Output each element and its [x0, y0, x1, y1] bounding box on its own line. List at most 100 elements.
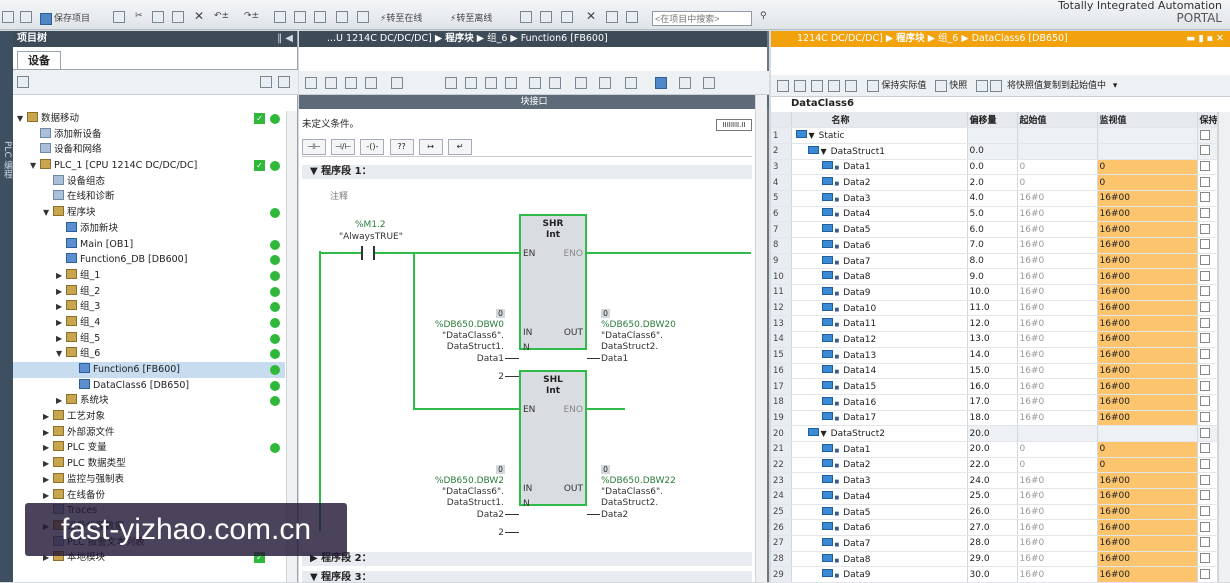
- keep-actual-button[interactable]: 保持实际值: [881, 81, 926, 91]
- redo-button[interactable]: ↷±: [244, 11, 259, 25]
- tree-item[interactable]: Function6 [FB600]: [13, 362, 285, 378]
- retain-checkbox[interactable]: [1199, 223, 1210, 234]
- collapse-panel-button[interactable]: ‖ ◀: [277, 31, 293, 47]
- row-start-value[interactable]: [1017, 127, 1098, 144]
- row-retain[interactable]: [1197, 284, 1218, 301]
- retain-checkbox[interactable]: [1199, 207, 1210, 218]
- insert-row-icon[interactable]: [777, 79, 789, 92]
- sync-icon[interactable]: [278, 76, 290, 88]
- network-2-header[interactable]: ▶ 程序段 2：: [302, 552, 752, 566]
- expand-arrow-icon[interactable]: ▼: [821, 429, 827, 438]
- col-retain[interactable]: 保持: [1197, 112, 1218, 129]
- db-window-controls[interactable]: ▬ ▮ ▪ ✕: [1186, 31, 1224, 47]
- upload-button[interactable]: [314, 11, 328, 25]
- table-row[interactable]: 12 ■ Data10 11.0 16#0 16#00: [771, 300, 1218, 317]
- more-icon[interactable]: ▾: [1113, 81, 1118, 91]
- row-retain[interactable]: [1197, 551, 1218, 568]
- copy-snapshot-button[interactable]: 将快照值复制到起始值中: [1007, 81, 1106, 91]
- row-start-value[interactable]: 16#0: [1017, 410, 1098, 427]
- row-start-value[interactable]: 16#0: [1017, 284, 1098, 301]
- table-row[interactable]: 23 ■ Data3 24.0 16#0 16#00: [771, 472, 1218, 489]
- row-name-cell[interactable]: ■ Data8: [791, 551, 968, 568]
- comment-icon[interactable]: [529, 77, 541, 89]
- retain-checkbox[interactable]: [1199, 427, 1210, 438]
- retain-checkbox[interactable]: [1199, 302, 1210, 313]
- absolute-address-icon[interactable]: [505, 77, 517, 89]
- expand-arrow-icon[interactable]: ▶: [43, 472, 53, 488]
- row-retain[interactable]: [1197, 174, 1218, 191]
- col-monitor-value[interactable]: 监视值: [1097, 112, 1198, 129]
- table-row[interactable]: 1 ▼ Static: [771, 127, 1218, 144]
- row-name-cell[interactable]: ■ Data10: [791, 300, 968, 317]
- tree-item[interactable]: ▶ 组_5: [13, 331, 285, 347]
- table-row[interactable]: 26 ■ Data6 27.0 16#0 16#00: [771, 519, 1218, 537]
- table-row[interactable]: 3 ■ Data1 0.0 0 0: [771, 159, 1218, 176]
- show-favorites-icon[interactable]: [485, 77, 497, 89]
- breadcrumb-item[interactable]: DataClass6 [DB650]: [972, 33, 1068, 44]
- add-row-icon[interactable]: [793, 79, 806, 92]
- tree-item[interactable]: 设备和网络: [13, 142, 285, 158]
- tree-item[interactable]: ▶ 组_1: [13, 268, 285, 284]
- row-name-cell[interactable]: ■ Data15: [791, 378, 968, 395]
- tree-item[interactable]: 设备组态: [13, 174, 285, 190]
- row-retain[interactable]: [1197, 488, 1218, 505]
- retain-checkbox[interactable]: [1199, 396, 1210, 407]
- retain-checkbox[interactable]: [1199, 145, 1210, 156]
- expand-arrow-icon[interactable]: ▼: [43, 205, 53, 221]
- retain-checkbox[interactable]: [1199, 176, 1210, 187]
- tree-item[interactable]: 添加新设备: [13, 127, 285, 143]
- retain-checkbox[interactable]: [1199, 490, 1210, 501]
- tree-item[interactable]: ▶ PLC 数据类型: [13, 456, 285, 472]
- network-1-comment[interactable]: 注释: [330, 189, 348, 202]
- row-start-value[interactable]: 0: [1017, 441, 1098, 458]
- row-retain[interactable]: [1197, 363, 1218, 380]
- row-retain[interactable]: [1197, 190, 1218, 207]
- tree-item[interactable]: ▶ 外部源文件: [13, 425, 285, 441]
- expand-arrow-icon[interactable]: ▶: [56, 268, 66, 284]
- accessible-devices-button[interactable]: [520, 11, 534, 25]
- split-horizontal-button[interactable]: [606, 11, 620, 25]
- retain-checkbox[interactable]: [1199, 333, 1210, 344]
- table-row[interactable]: 6 ■ Data4 5.0 16#0 16#00: [771, 206, 1218, 223]
- breadcrumb-item[interactable]: Function6 [FB600]: [521, 33, 608, 44]
- empty-box-button[interactable]: ??: [389, 139, 414, 155]
- row-retain[interactable]: [1197, 394, 1218, 411]
- retain-checkbox[interactable]: [1199, 411, 1210, 422]
- retain-checkbox[interactable]: [1199, 239, 1210, 250]
- row-retain[interactable]: [1197, 315, 1218, 333]
- col-offset[interactable]: 偏移量: [967, 112, 1018, 129]
- monitor-button[interactable]: [561, 11, 575, 25]
- retain-checkbox[interactable]: [1199, 474, 1210, 485]
- row-start-value[interactable]: 0: [1017, 457, 1098, 474]
- retain-checkbox[interactable]: [1199, 443, 1210, 454]
- retain-checkbox[interactable]: [1199, 458, 1210, 469]
- expand-arrow-icon[interactable]: ▼: [821, 147, 827, 156]
- table-row[interactable]: 24 ■ Data4 25.0 16#0 16#00: [771, 488, 1218, 505]
- breakpoint-icon[interactable]: [703, 77, 715, 89]
- tree-item[interactable]: 在线和诊断: [13, 189, 285, 205]
- row-retain[interactable]: [1197, 535, 1218, 552]
- row-start-value[interactable]: 16#0: [1017, 331, 1098, 348]
- go-online-button[interactable]: ⚡转至在线: [380, 11, 422, 25]
- reset-start-icon[interactable]: [844, 79, 857, 92]
- expand-arrow-icon[interactable]: ▼: [17, 111, 27, 127]
- row-retain[interactable]: [1197, 159, 1218, 176]
- row-start-value[interactable]: 16#0: [1017, 237, 1098, 254]
- retain-checkbox[interactable]: [1199, 129, 1210, 140]
- retain-checkbox[interactable]: [1199, 506, 1210, 517]
- retain-checkbox[interactable]: [1199, 364, 1210, 375]
- row-start-value[interactable]: 16#0: [1017, 535, 1098, 552]
- breadcrumb-item[interactable]: 程序块: [896, 33, 925, 44]
- table-row[interactable]: 21 ■ Data1 20.0 0 0: [771, 441, 1218, 458]
- simulate-button[interactable]: [336, 11, 350, 25]
- row-retain[interactable]: [1197, 410, 1218, 427]
- expand-arrow-icon[interactable]: ▼: [30, 158, 40, 174]
- row-retain[interactable]: [1197, 127, 1218, 144]
- open-branch-button[interactable]: ↦: [418, 139, 443, 155]
- row-name-cell[interactable]: ■ Data2: [791, 174, 968, 191]
- retain-checkbox[interactable]: [1199, 317, 1210, 328]
- expand-arrow-icon[interactable]: ▶: [56, 284, 66, 300]
- tree-item[interactable]: ▶ 系统块: [13, 393, 285, 409]
- row-retain[interactable]: [1197, 457, 1218, 474]
- row-retain[interactable]: [1197, 331, 1218, 348]
